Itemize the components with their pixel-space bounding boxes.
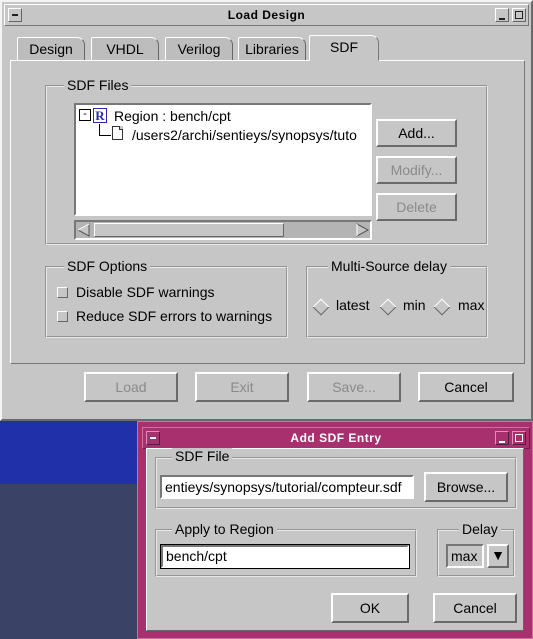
collapse-icon[interactable]: - bbox=[79, 109, 91, 121]
tree-file-path[interactable]: /users2/archi/sentieys/synopsys/tuto bbox=[132, 127, 357, 143]
scroll-left-icon[interactable] bbox=[77, 223, 91, 237]
ok-button[interactable]: OK bbox=[331, 593, 409, 623]
sdf-files-group-label: SDF Files bbox=[64, 77, 132, 93]
sdf-list-hscrollbar[interactable] bbox=[74, 220, 372, 240]
delay-select[interactable]: max bbox=[446, 544, 484, 568]
dialog-cancel-button[interactable]: Cancel bbox=[433, 593, 517, 623]
tree-connector-h bbox=[99, 135, 111, 136]
tab-vhdl-label: VHDL bbox=[106, 41, 144, 57]
delay-group-label: Delay bbox=[459, 521, 501, 537]
file-icon-fold bbox=[119, 126, 123, 130]
region-input[interactable]: bench/cpt bbox=[160, 544, 410, 569]
sdf-file-input[interactable]: entieys/synopsys/tutorial/compteur.sdf bbox=[160, 475, 414, 499]
maximize-icon bbox=[515, 11, 523, 19]
save-button[interactable]: Save... bbox=[307, 372, 401, 402]
tree-region-label[interactable]: Region : bench/cpt bbox=[114, 108, 231, 124]
scroll-thumb[interactable] bbox=[94, 223, 284, 237]
file-icon bbox=[112, 126, 123, 140]
dialog-maximize-icon bbox=[515, 434, 523, 442]
reduce-errors-label[interactable]: Reduce SDF errors to warnings bbox=[76, 308, 272, 324]
disable-warnings-checkbox[interactable] bbox=[57, 287, 68, 298]
reduce-errors-checkbox[interactable] bbox=[57, 311, 68, 322]
radio-latest-label[interactable]: latest bbox=[336, 297, 369, 313]
tab-verilog[interactable]: Verilog bbox=[165, 37, 233, 61]
minimize-button[interactable] bbox=[495, 8, 509, 22]
region-badge-icon: R bbox=[93, 108, 107, 123]
sdf-options-group bbox=[45, 266, 288, 338]
sdf-file-group-label: SDF File bbox=[172, 448, 233, 464]
sdf-files-list[interactable]: - R Region : bench/cpt /users2/archi/sen… bbox=[74, 103, 372, 216]
tab-design-label: Design bbox=[29, 41, 73, 57]
load-button[interactable]: Load bbox=[84, 372, 178, 402]
browse-button[interactable]: Browse... bbox=[424, 472, 508, 502]
dialog-minimize-icon bbox=[499, 441, 505, 443]
modify-button[interactable]: Modify... bbox=[376, 156, 457, 184]
radio-max-label[interactable]: max bbox=[458, 297, 484, 313]
add-button[interactable]: Add... bbox=[376, 119, 457, 147]
tab-vhdl[interactable]: VHDL bbox=[91, 37, 159, 61]
disable-warnings-label[interactable]: Disable SDF warnings bbox=[76, 284, 215, 300]
tab-libraries-label: Libraries bbox=[245, 41, 299, 57]
cancel-button[interactable]: Cancel bbox=[418, 372, 514, 402]
apply-to-region-group-label: Apply to Region bbox=[172, 521, 277, 537]
maximize-button[interactable] bbox=[512, 8, 526, 22]
multi-source-delay-group-label: Multi-Source delay bbox=[328, 258, 450, 274]
dialog-minimize-button[interactable] bbox=[495, 431, 509, 445]
dialog-titlebar[interactable]: Add SDF Entry bbox=[142, 427, 530, 449]
dialog-maximize-button[interactable] bbox=[512, 431, 526, 445]
tab-sdf[interactable]: SDF bbox=[309, 35, 379, 61]
tab-libraries[interactable]: Libraries bbox=[238, 37, 306, 61]
exit-button[interactable]: Exit bbox=[195, 372, 289, 402]
window-title: Load Design bbox=[227, 8, 306, 22]
delete-button[interactable]: Delete bbox=[376, 193, 457, 221]
sdf-options-group-label: SDF Options bbox=[64, 258, 151, 274]
tab-verilog-label: Verilog bbox=[177, 41, 221, 57]
dialog-title: Add SDF Entry bbox=[290, 431, 382, 445]
tab-design[interactable]: Design bbox=[17, 37, 85, 61]
radio-min-label[interactable]: min bbox=[403, 297, 426, 313]
load-design-window: Load Design Design VHDL Verilog Librarie… bbox=[0, 0, 533, 421]
tree-connector-v bbox=[99, 124, 100, 135]
window-titlebar[interactable]: Load Design bbox=[4, 4, 529, 26]
minimize-icon bbox=[499, 18, 505, 20]
delay-dropdown-arrow-icon[interactable]: ▼ bbox=[487, 544, 509, 568]
scroll-right-icon[interactable] bbox=[355, 223, 369, 237]
tab-sdf-label: SDF bbox=[330, 39, 358, 55]
